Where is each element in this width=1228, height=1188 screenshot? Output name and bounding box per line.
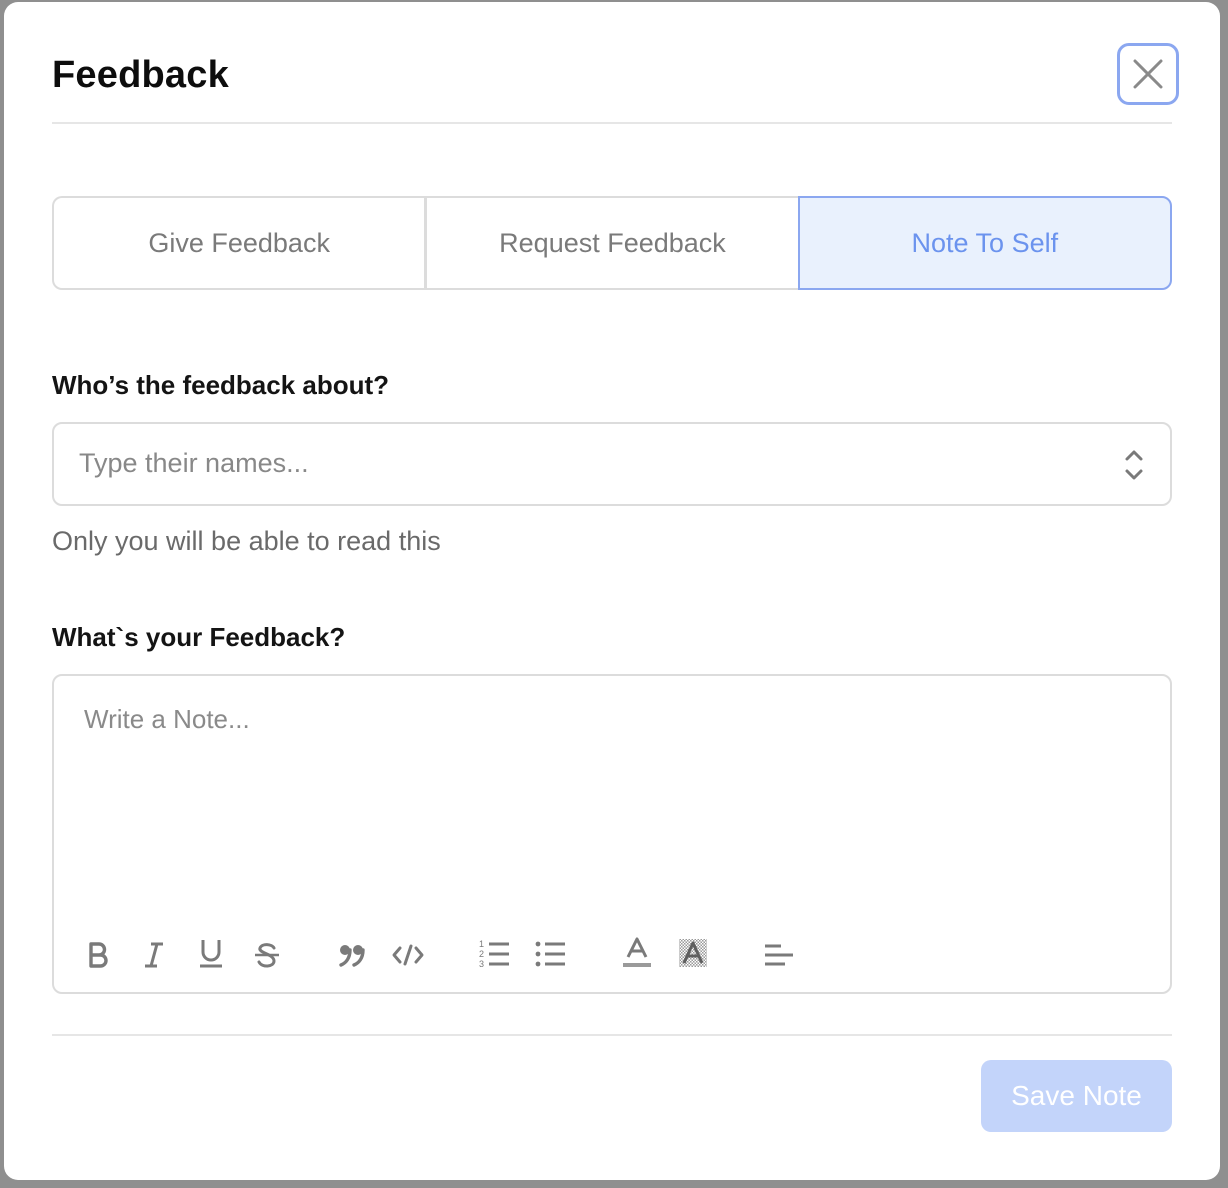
- tab-note-to-self[interactable]: Note To Self: [797, 196, 1172, 290]
- chevron-up-down-icon: [1125, 450, 1143, 480]
- strikethrough-button[interactable]: [250, 938, 284, 972]
- tab-give-feedback[interactable]: Give Feedback: [52, 196, 428, 290]
- italic-button[interactable]: [137, 938, 171, 972]
- ordered-list-button[interactable]: 1 2 3: [478, 937, 512, 971]
- bullet-list-icon: [535, 941, 565, 967]
- underline-button[interactable]: [194, 936, 228, 970]
- highlight-color-button[interactable]: [676, 936, 710, 970]
- modal-title: Feedback: [52, 54, 229, 96]
- recipient-select[interactable]: Type their names...: [52, 422, 1172, 506]
- align-left-icon: [765, 944, 793, 966]
- svg-text:3: 3: [479, 959, 484, 969]
- bold-icon: [89, 942, 108, 968]
- recipient-label: Who’s the feedback about?: [52, 370, 390, 400]
- feedback-modal: Feedback Give Feedback Request Feedback …: [4, 2, 1220, 1180]
- svg-text:2: 2: [479, 949, 484, 959]
- quote-icon: [339, 945, 365, 967]
- text-color-icon: [623, 937, 651, 967]
- feedback-placeholder: Write a Note...: [84, 704, 250, 734]
- close-button[interactable]: [1117, 43, 1179, 105]
- strikethrough-icon: [255, 943, 279, 968]
- bullet-list-button[interactable]: [534, 937, 568, 971]
- feedback-editor[interactable]: Write a Note... 1 2 3: [52, 674, 1172, 994]
- header-divider: [52, 122, 1172, 124]
- code-icon: [392, 944, 424, 966]
- feedback-label: What`s your Feedback?: [52, 622, 346, 652]
- recipient-placeholder: Type their names...: [79, 448, 309, 478]
- code-button[interactable]: [391, 938, 425, 972]
- footer-divider: [52, 1034, 1172, 1036]
- tab-request-feedback[interactable]: Request Feedback: [427, 196, 798, 290]
- svg-text:1: 1: [479, 939, 484, 949]
- bold-button[interactable]: [81, 938, 115, 972]
- save-note-button[interactable]: Save Note: [981, 1060, 1172, 1132]
- ordered-list-icon: 1 2 3: [479, 939, 509, 969]
- italic-icon: [145, 942, 163, 968]
- quote-button[interactable]: [335, 938, 369, 972]
- underline-icon: [200, 940, 222, 968]
- close-icon: [1133, 59, 1163, 89]
- highlight-color-icon: [679, 939, 707, 967]
- text-color-button[interactable]: [620, 936, 654, 970]
- recipient-helper-text: Only you will be able to read this: [52, 526, 441, 556]
- feedback-type-tabs: Give Feedback Request Feedback Note To S…: [52, 196, 1172, 290]
- align-left-button[interactable]: [762, 938, 796, 972]
